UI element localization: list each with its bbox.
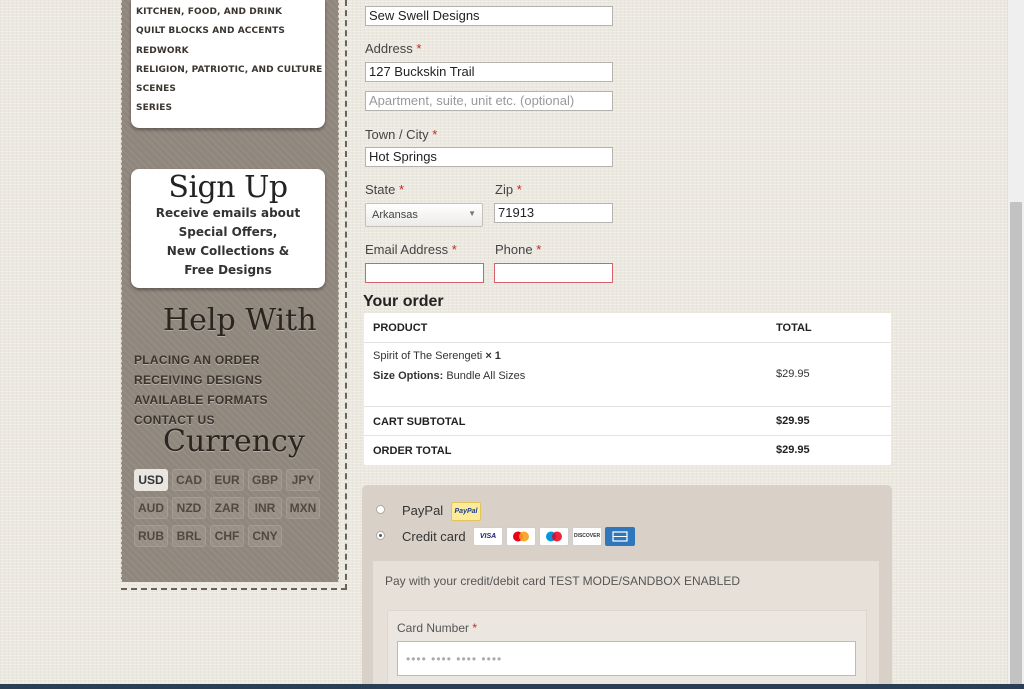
category-link[interactable]: QUILT BLOCKS AND ACCENTS (136, 22, 325, 41)
category-link[interactable]: SERIES (136, 99, 325, 118)
subtotal-label: CART SUBTOTAL (373, 416, 466, 428)
currency-gbp-button[interactable]: GBP (248, 469, 282, 491)
signup-line: Special Offers, (178, 225, 278, 239)
help-link-placing-order[interactable]: PLACING AN ORDER (134, 350, 268, 370)
payment-note: Pay with your credit/debit card TEST MOD… (385, 574, 741, 588)
order-title: Your order (363, 293, 444, 310)
category-link[interactable]: SCENES (136, 80, 325, 99)
scrollbar-thumb[interactable] (1010, 202, 1022, 688)
currency-jpy-button[interactable]: JPY (286, 469, 320, 491)
subtotal-value: $29.95 (776, 415, 810, 427)
header-product: PRODUCT (373, 322, 428, 334)
address2-field[interactable]: Apartment, suite, unit etc. (optional) (365, 91, 613, 111)
item-name-line: Spirit of The Serengeti × 1 (373, 350, 501, 362)
option-value: Bundle All Sizes (446, 370, 526, 382)
state-select[interactable]: Arkansas ▼ (365, 203, 483, 227)
credit-card-label[interactable]: Credit card (402, 529, 466, 544)
subtotal-row: CART SUBTOTAL $29.95 (364, 407, 891, 436)
category-link[interactable]: RELIGION, PATRIOTIC, AND CULTURE (136, 61, 325, 80)
zip-label: Zip * (495, 182, 522, 197)
currency-chf-button[interactable]: CHF (210, 525, 244, 547)
state-select-value: Arkansas (372, 209, 418, 221)
chevron-down-icon: ▼ (468, 209, 476, 218)
currency-rub-button[interactable]: RUB (134, 525, 168, 547)
order-table: PRODUCT TOTAL Spirit of The Serengeti × … (364, 313, 891, 465)
email-field[interactable] (365, 263, 484, 283)
item-name: Spirit of The Serengeti (373, 350, 483, 362)
signup-text: Receive emails about Special Offers, New… (131, 204, 325, 280)
currency-zar-button[interactable]: ZAR (210, 497, 244, 519)
order-total-value: $29.95 (776, 444, 810, 456)
phone-label: Phone * (495, 242, 542, 257)
table-header-row: PRODUCT TOTAL (364, 313, 891, 343)
order-total-row: ORDER TOTAL $29.95 (364, 436, 891, 465)
state-label: State * (365, 182, 405, 197)
currency-title: Currency (163, 424, 305, 459)
paypal-radio[interactable] (376, 505, 385, 514)
currency-cad-button[interactable]: CAD (172, 469, 206, 491)
currency-aud-button[interactable]: AUD (134, 497, 168, 519)
zip-field[interactable]: 71913 (494, 203, 613, 223)
category-link[interactable]: KITCHEN, FOOD, AND DRINK (136, 3, 325, 22)
credit-card-radio[interactable] (376, 531, 385, 540)
visa-icon: VISA (473, 527, 503, 546)
category-list: KITCHEN, FOOD, AND DRINK QUILT BLOCKS AN… (131, 0, 325, 128)
item-total: $29.95 (776, 368, 810, 380)
signup-line: Free Designs (184, 263, 272, 277)
amex-icon (605, 527, 635, 546)
category-link[interactable]: REDWORK (136, 42, 325, 61)
item-qty: × 1 (485, 350, 501, 362)
card-number-input[interactable]: •••• •••• •••• •••• (397, 641, 856, 676)
paypal-label[interactable]: PayPal (402, 503, 443, 518)
order-total-label: ORDER TOTAL (373, 445, 452, 457)
paypal-logo-icon: PayPal (451, 502, 481, 521)
help-link-available-formats[interactable]: AVAILABLE FORMATS (134, 390, 268, 410)
signup-box[interactable]: Sign Up Receive emails about Special Off… (131, 169, 325, 288)
signup-line: Receive emails about (155, 206, 301, 220)
maestro-icon (539, 527, 569, 546)
signup-title: Sign Up (168, 170, 288, 205)
currency-usd-button[interactable]: USD (134, 469, 168, 491)
address-field[interactable]: 127 Buckskin Trail (365, 62, 613, 82)
currency-brl-button[interactable]: BRL (172, 525, 206, 547)
mastercard-icon (506, 527, 536, 546)
scrollbar[interactable] (1007, 0, 1024, 689)
currency-mxn-button[interactable]: MXN (286, 497, 320, 519)
company-field[interactable]: Sew Swell Designs (365, 6, 613, 26)
card-number-label: Card Number * (397, 621, 478, 635)
discover-icon: DISCOVER (572, 527, 602, 546)
phone-field[interactable] (494, 263, 613, 283)
help-title: Help With (163, 303, 317, 338)
currency-eur-button[interactable]: EUR (210, 469, 244, 491)
currency-inr-button[interactable]: INR (248, 497, 282, 519)
currency-cny-button[interactable]: CNY (248, 525, 282, 547)
help-links: PLACING AN ORDER RECEIVING DESIGNS AVAIL… (134, 350, 268, 430)
help-link-receiving-designs[interactable]: RECEIVING DESIGNS (134, 370, 268, 390)
city-field[interactable]: Hot Springs (365, 147, 613, 167)
header-total: TOTAL (776, 322, 812, 334)
table-row: Spirit of The Serengeti × 1 Size Options… (364, 343, 891, 407)
signup-line: New Collections & (166, 244, 290, 258)
currency-nzd-button[interactable]: NZD (172, 497, 206, 519)
address-label: Address * (365, 41, 422, 56)
city-label: Town / City * (365, 127, 438, 142)
email-label: Email Address * (365, 242, 457, 257)
option-label: Size Options: (373, 370, 444, 382)
taskbar (0, 684, 1024, 689)
item-option-line: Size Options: Bundle All Sizes (373, 370, 525, 382)
